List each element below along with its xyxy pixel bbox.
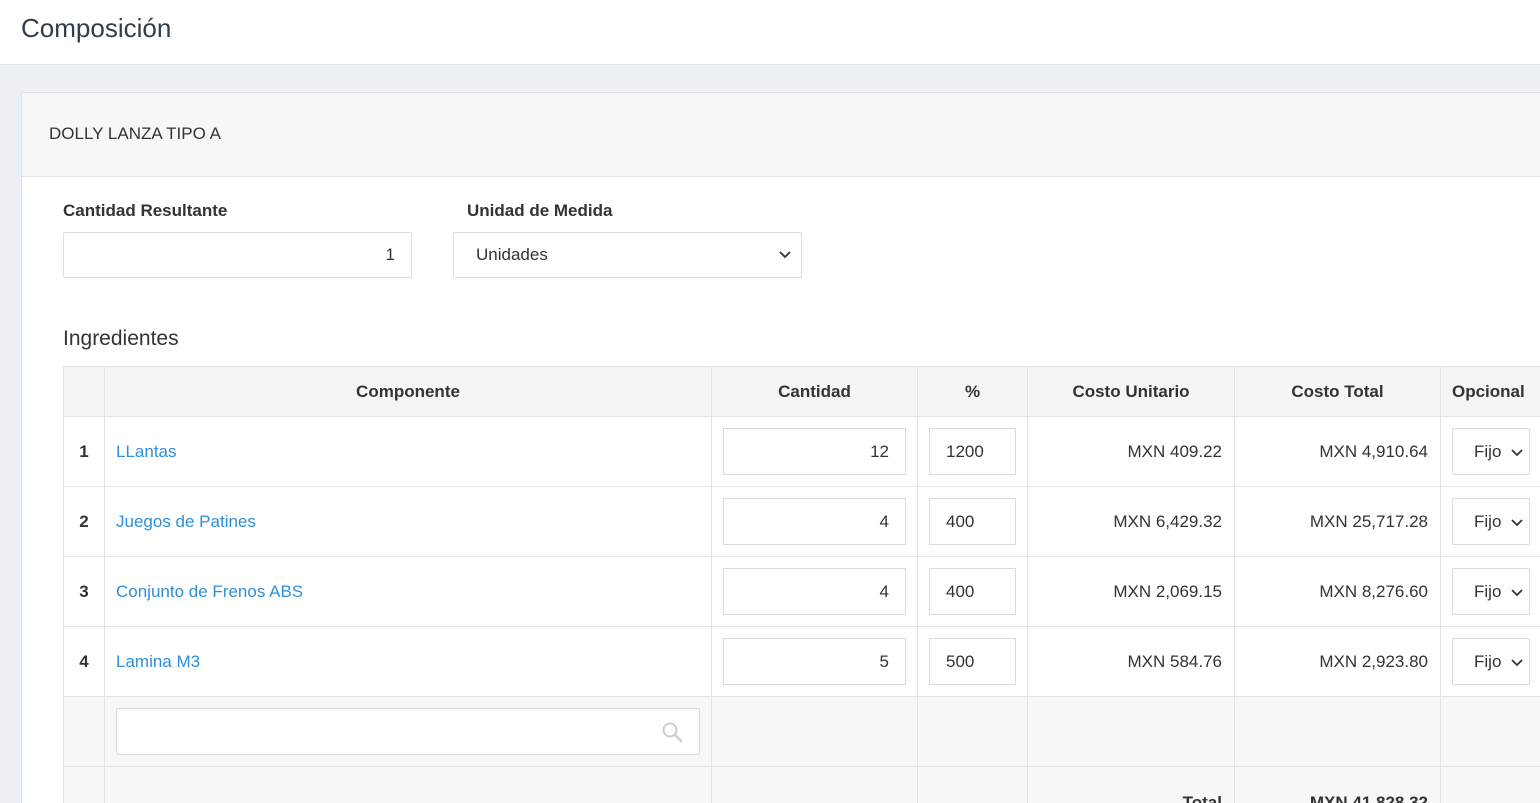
total-cost-cell: MXN 4,910.64 — [1234, 416, 1441, 487]
unit-cost-cell: MXN 2,069.15 — [1027, 556, 1235, 627]
chevron-down-icon — [1511, 659, 1523, 667]
optional-cell: Fijo — [1440, 556, 1540, 627]
empty-cell — [917, 766, 1028, 803]
column-header-quantity: Cantidad — [711, 366, 918, 417]
optional-select[interactable]: Fijo — [1452, 568, 1530, 615]
component-cell: Conjunto de Frenos ABS — [104, 556, 712, 627]
empty-cell — [1027, 696, 1235, 767]
optional-cell: Fijo — [1440, 416, 1540, 487]
total-row: Total MXN 41,828.32 — [63, 766, 1540, 803]
optional-select-value: Fijo — [1474, 511, 1502, 531]
empty-cell — [711, 766, 918, 803]
add-component-row — [63, 696, 1540, 767]
row-index: 3 — [63, 556, 105, 627]
component-search-input[interactable] — [116, 708, 700, 755]
table-header-row: Componente Cantidad % Costo Unitario Cos… — [63, 366, 1540, 417]
quantity-input[interactable] — [63, 232, 412, 278]
total-value: MXN 41,828.32 — [1234, 766, 1441, 803]
unit-cost-cell: MXN 584.76 — [1027, 626, 1235, 697]
percent-cell: 1200 — [917, 416, 1028, 487]
optional-select-value: Fijo — [1474, 441, 1502, 461]
composition-card: DOLLY LANZA TIPO A Cantidad Resultante U… — [21, 92, 1540, 803]
quantity-cell: 4 — [711, 556, 918, 627]
chevron-down-icon — [1511, 449, 1523, 457]
percent-input[interactable]: 400 — [929, 568, 1016, 615]
unit-cost-cell: MXN 6,429.32 — [1027, 486, 1235, 557]
optional-select[interactable]: Fijo — [1452, 638, 1530, 685]
chevron-down-icon — [1511, 589, 1523, 597]
component-cell: Lamina M3 — [104, 626, 712, 697]
component-link[interactable]: LLantas — [116, 442, 177, 461]
row-index: 4 — [63, 626, 105, 697]
component-link[interactable]: Juegos de Patines — [116, 512, 256, 531]
ingredients-table: Componente Cantidad % Costo Unitario Cos… — [63, 366, 1540, 803]
empty-cell — [104, 766, 712, 803]
product-name: DOLLY LANZA TIPO A — [49, 124, 221, 143]
percent-cell: 400 — [917, 486, 1028, 557]
percent-input[interactable]: 500 — [929, 638, 1016, 685]
column-header-component: Componente — [104, 366, 712, 417]
row-index: 1 — [63, 416, 105, 487]
table-row: 2 Juegos de Patines 4 400 MXN 6,429.32 M… — [63, 486, 1540, 557]
quantity-input[interactable]: 12 — [723, 428, 906, 475]
optional-select[interactable]: Fijo — [1452, 428, 1530, 475]
optional-select-value: Fijo — [1474, 581, 1502, 601]
component-link[interactable]: Lamina M3 — [116, 652, 200, 671]
empty-cell — [711, 696, 918, 767]
column-header-optional: Opcional — [1440, 366, 1540, 417]
column-header-index — [63, 366, 105, 417]
percent-input[interactable]: 1200 — [929, 428, 1016, 475]
unit-select[interactable]: Unidades — [453, 232, 802, 278]
component-cell: Juegos de Patines — [104, 486, 712, 557]
column-header-percent: % — [917, 366, 1028, 417]
percent-input[interactable]: 400 — [929, 498, 1016, 545]
total-label: Total — [1027, 766, 1235, 803]
card-header: DOLLY LANZA TIPO A — [22, 93, 1540, 177]
component-cell: LLantas — [104, 416, 712, 487]
unit-label: Unidad de Medida — [467, 201, 613, 220]
total-cost-cell: MXN 8,276.60 — [1234, 556, 1441, 627]
quantity-input[interactable]: 5 — [723, 638, 906, 685]
empty-cell — [1440, 766, 1540, 803]
quantity-cell: 5 — [711, 626, 918, 697]
quantity-input[interactable]: 4 — [723, 568, 906, 615]
unit-select-value: Unidades — [476, 245, 548, 264]
top-bar: Composición — [0, 0, 1540, 65]
optional-cell: Fijo — [1440, 626, 1540, 697]
empty-cell — [63, 766, 105, 803]
table-row: 3 Conjunto de Frenos ABS 4 400 MXN 2,069… — [63, 556, 1540, 627]
total-cost-cell: MXN 2,923.80 — [1234, 626, 1441, 697]
empty-cell — [1440, 696, 1540, 767]
ingredients-title: Ingredientes — [63, 327, 179, 350]
quantity-input[interactable]: 4 — [723, 498, 906, 545]
optional-cell: Fijo — [1440, 486, 1540, 557]
chevron-down-icon — [779, 251, 791, 259]
quantity-cell: 12 — [711, 416, 918, 487]
search-icon — [662, 722, 683, 743]
unit-cost-cell: MXN 409.22 — [1027, 416, 1235, 487]
column-header-unit-cost: Costo Unitario — [1027, 366, 1235, 417]
column-header-total-cost: Costo Total — [1234, 366, 1441, 417]
empty-cell — [917, 696, 1028, 767]
table-row: 4 Lamina M3 5 500 MXN 584.76 MXN 2,923.8… — [63, 626, 1540, 697]
component-link[interactable]: Conjunto de Frenos ABS — [116, 582, 303, 601]
percent-cell: 400 — [917, 556, 1028, 627]
empty-cell — [63, 696, 105, 767]
page-title: Composición — [21, 13, 172, 43]
optional-select[interactable]: Fijo — [1452, 498, 1530, 545]
optional-select-value: Fijo — [1474, 651, 1502, 671]
total-cost-cell: MXN 25,717.28 — [1234, 486, 1441, 557]
table-row: 1 LLantas 12 1200 MXN 409.22 MXN 4,910.6… — [63, 416, 1540, 487]
percent-cell: 500 — [917, 626, 1028, 697]
quantity-label: Cantidad Resultante — [63, 201, 228, 220]
quantity-cell: 4 — [711, 486, 918, 557]
chevron-down-icon — [1511, 519, 1523, 527]
search-cell — [104, 696, 712, 767]
empty-cell — [1234, 696, 1441, 767]
row-index: 2 — [63, 486, 105, 557]
